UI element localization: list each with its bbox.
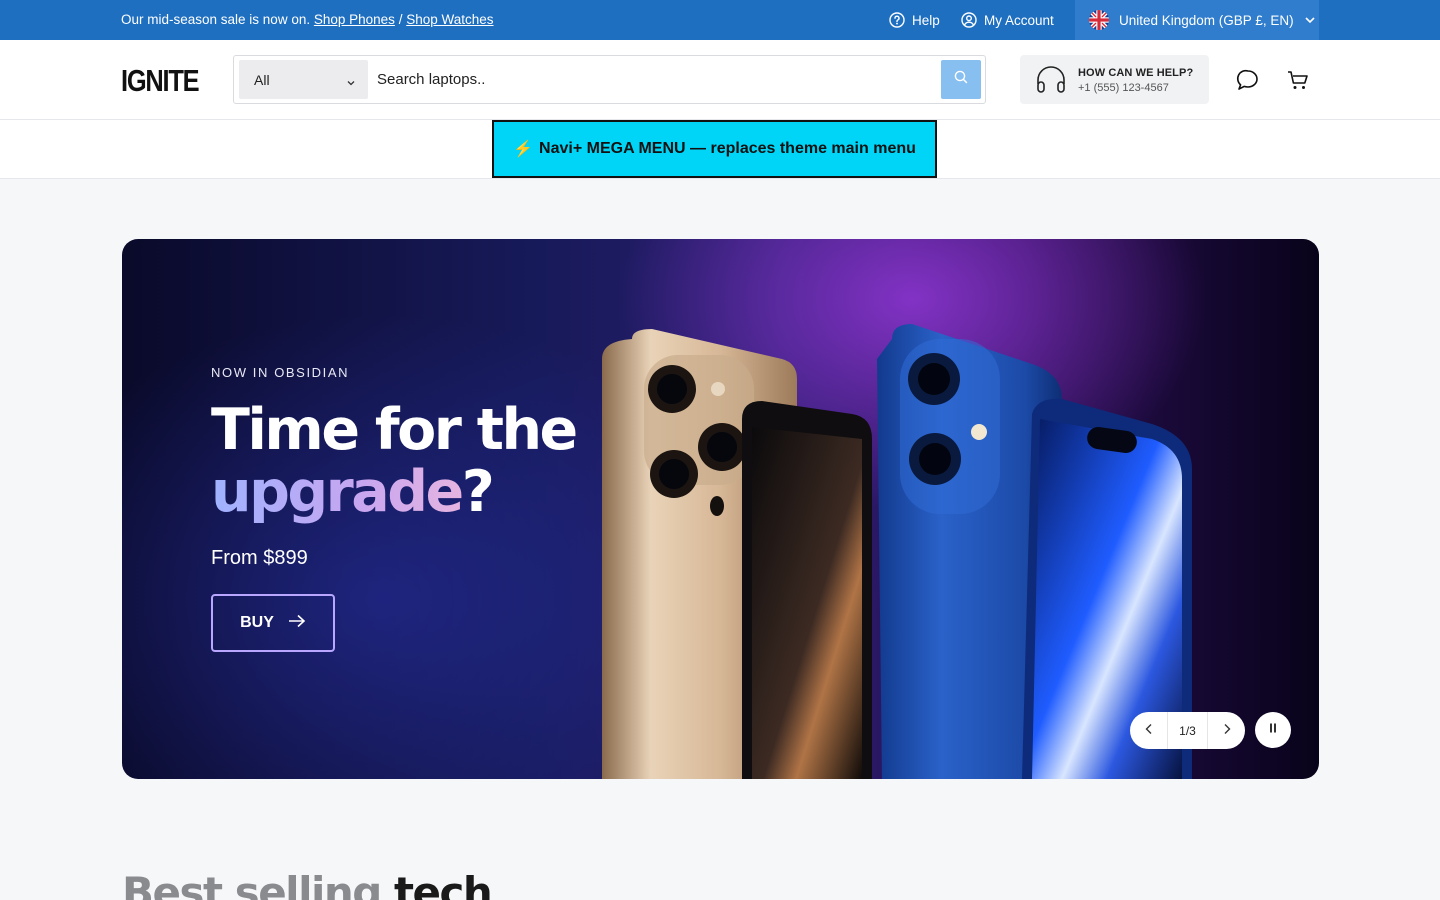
- search-category-value: All: [254, 72, 270, 88]
- region-label: United Kingdom (GBP £, EN): [1119, 12, 1294, 28]
- hero-price: From $899: [211, 547, 308, 569]
- user-icon: [961, 12, 977, 28]
- hero-eyebrow: NOW IN OBSIDIAN: [211, 365, 350, 380]
- promo-message: Our mid-season sale is now on. Shop Phon…: [121, 12, 494, 27]
- cart-icon[interactable]: [1286, 68, 1310, 97]
- search-input[interactable]: [371, 60, 936, 99]
- slide-counter: 1/3: [1167, 712, 1208, 749]
- support-title: HOW CAN WE HELP?: [1078, 67, 1194, 79]
- best-selling-heading: Best selling tech: [122, 868, 493, 900]
- chat-icon[interactable]: [1236, 68, 1260, 97]
- help-icon: [889, 12, 905, 28]
- section-title-strong: tech: [393, 868, 493, 900]
- mega-menu-placeholder[interactable]: ⚡ Navi+ MEGA MENU — replaces theme main …: [492, 120, 937, 178]
- help-label: Help: [912, 12, 940, 28]
- hero-headline: Time for the upgrade?: [211, 397, 578, 525]
- promo-text: Our mid-season sale is now on.: [121, 12, 311, 27]
- buy-button-label: BUY: [240, 614, 274, 631]
- hero-banner: NOW IN OBSIDIAN Time for the upgrade? Fr…: [122, 239, 1319, 779]
- slider-prev-button[interactable]: [1130, 712, 1167, 749]
- phones-product-image: [602, 324, 1192, 779]
- shop-phones-link[interactable]: Shop Phones: [314, 12, 395, 27]
- announcement-bar: Our mid-season sale is now on. Shop Phon…: [0, 0, 1440, 40]
- my-account-label: My Account: [984, 12, 1054, 28]
- chevron-left-icon: [1144, 723, 1154, 738]
- support-phone: +1 (555) 123-4567: [1078, 82, 1169, 94]
- shop-watches-link[interactable]: Shop Watches: [406, 12, 493, 27]
- headphones-icon: [1035, 65, 1067, 100]
- site-logo[interactable]: IGNITE: [121, 63, 200, 99]
- chevron-right-icon: [1222, 723, 1232, 738]
- search-submit-button[interactable]: [941, 60, 981, 99]
- lightning-icon: ⚡: [513, 141, 534, 158]
- help-link[interactable]: Help: [889, 0, 940, 40]
- promo-separator: /: [398, 12, 403, 27]
- my-account-link[interactable]: My Account: [961, 0, 1054, 40]
- uk-flag-icon: [1089, 10, 1109, 30]
- slider-pause-button[interactable]: [1255, 712, 1291, 748]
- section-title-muted: Best selling: [122, 868, 382, 900]
- region-selector[interactable]: United Kingdom (GBP £, EN): [1075, 0, 1319, 40]
- hero-headline-highlight: upgrade: [211, 459, 464, 525]
- site-header: IGNITE All HOW CAN WE HELP? +1 (555) 123…: [0, 40, 1440, 120]
- search-bar: All: [233, 55, 986, 104]
- support-contact[interactable]: HOW CAN WE HELP? +1 (555) 123-4567: [1020, 55, 1209, 104]
- search-icon: [953, 69, 969, 90]
- arrow-right-icon: [288, 614, 306, 633]
- search-category-select[interactable]: All: [239, 60, 368, 99]
- main-menu-strip: ⚡ Navi+ MEGA MENU — replaces theme main …: [0, 120, 1440, 179]
- hero-headline-line1: Time for the: [211, 397, 578, 463]
- slider-next-button[interactable]: [1208, 712, 1245, 749]
- mega-menu-label: Navi+ MEGA MENU — replaces theme main me…: [539, 140, 916, 157]
- pause-icon: [1268, 721, 1278, 739]
- hero-headline-end: ?: [461, 459, 495, 525]
- chevron-down-icon: [346, 75, 356, 91]
- buy-button[interactable]: BUY: [211, 594, 335, 652]
- slider-controls: 1/3: [1130, 712, 1245, 749]
- chevron-down-icon: [1304, 14, 1316, 26]
